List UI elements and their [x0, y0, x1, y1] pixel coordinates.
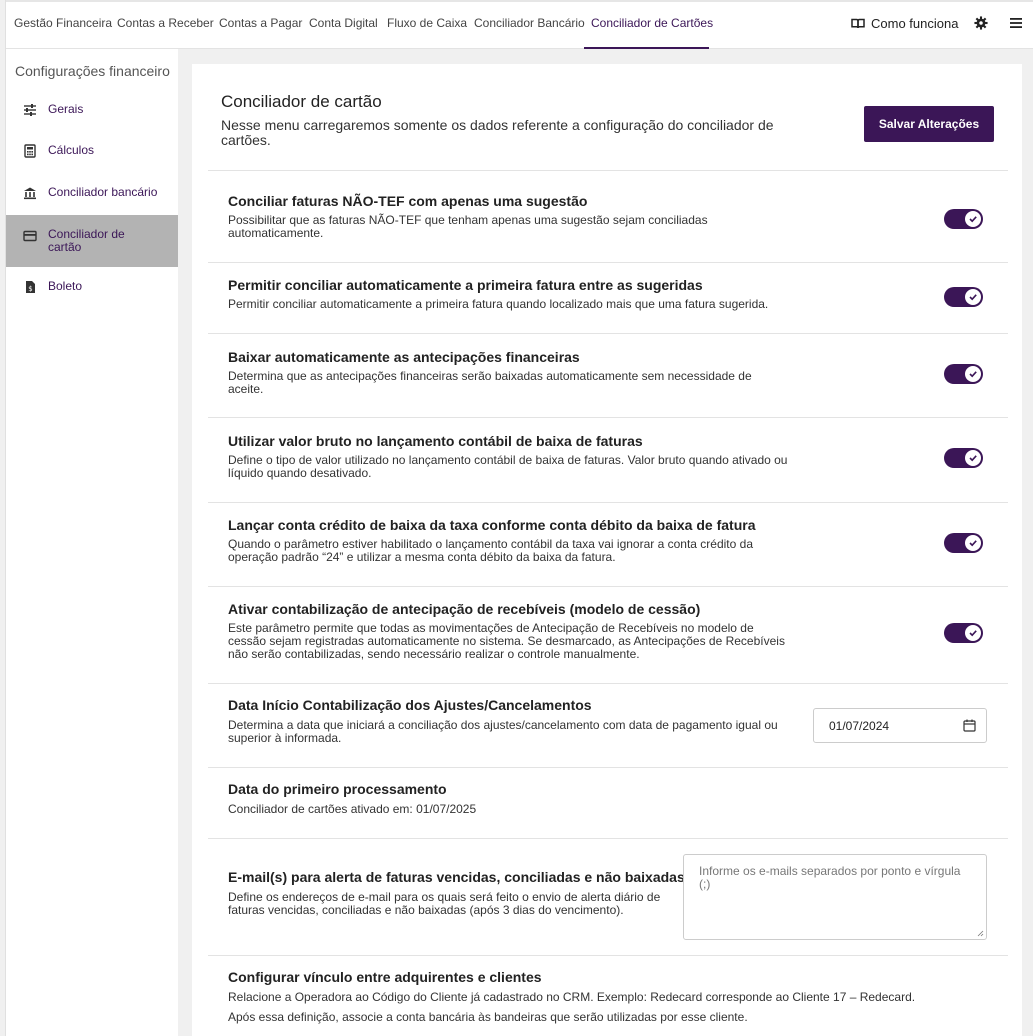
acquirers-title: Configurar vínculo entre adquirentes e c…	[228, 969, 542, 985]
settings-sidebar: Configurações financeiro Gerais Cálculos…	[6, 49, 178, 1036]
alert-emails-textarea[interactable]: Informe os e-mails separados por ponto e…	[683, 854, 987, 940]
info-row: Configurar vínculo entre adquirentes e c…	[208, 955, 1008, 1036]
calculator-icon	[24, 144, 36, 158]
tab-conciliador-de-cartoes[interactable]: Conciliador de Cartões	[591, 16, 713, 30]
setting-description: Determina a data que iniciará a concilia…	[228, 718, 778, 745]
sliders-icon	[24, 104, 36, 116]
setting-row: Utilizar valor bruto no lançamento contá…	[208, 417, 1008, 503]
start-date-value: 01/07/2024	[829, 719, 890, 733]
setting-row: E-mail(s) para alerta de faturas vencida…	[208, 838, 1008, 956]
sidebar-item-boleto[interactable]: $ Boleto	[6, 276, 178, 298]
setting-row: Ativar contabilização de antecipação de …	[208, 586, 1008, 684]
setting-toggle[interactable]	[944, 448, 983, 468]
setting-title: E-mail(s) para alerta de faturas vencida…	[228, 869, 685, 885]
sidebar-item-label: Boleto	[48, 279, 83, 293]
sidebar-item-conciliador-de-cartao[interactable]: Conciliador de cartão	[6, 215, 178, 267]
setting-description: Define o tipo de valor utilizado no lanç…	[228, 453, 788, 480]
setting-row: Lançar conta crédito de baixa da taxa co…	[208, 502, 1008, 587]
how-it-works-label: Como funciona	[871, 16, 959, 31]
check-icon	[965, 625, 981, 641]
check-icon	[965, 450, 981, 466]
sidebar-item-label: Cálculos	[48, 143, 95, 157]
check-icon	[965, 211, 981, 227]
setting-toggle[interactable]	[944, 533, 983, 553]
tab-contas-a-receber[interactable]: Contas a Receber	[117, 16, 214, 30]
page-title: Conciliador de cartão	[221, 92, 382, 111]
gear-icon[interactable]	[974, 16, 988, 30]
acquirers-description-2: Após essa definição, associe a conta ban…	[228, 1010, 748, 1024]
check-icon	[965, 535, 981, 551]
alert-emails-placeholder: Informe os e-mails separados por ponto e…	[699, 864, 961, 891]
boleto-icon: $	[26, 281, 35, 293]
setting-description: Quando o parâmetro estiver habilitado o …	[228, 537, 753, 564]
book-icon	[851, 18, 865, 29]
how-it-works-link[interactable]: Como funciona	[851, 16, 958, 31]
sidebar-item-label: Gerais	[48, 102, 84, 116]
acquirers-description: Relacione a Operadora ao Código do Clien…	[228, 990, 916, 1004]
check-icon	[965, 289, 981, 305]
tab-conta-digital[interactable]: Conta Digital	[309, 16, 378, 30]
setting-toggle[interactable]	[944, 209, 983, 229]
setting-title: Utilizar valor bruto no lançamento contá…	[228, 433, 643, 449]
setting-row: Permitir conciliar automaticamente a pri…	[208, 262, 1008, 334]
setting-description: Possibilitar que as faturas NÃO-TEF que …	[228, 213, 708, 240]
setting-toggle[interactable]	[944, 287, 983, 307]
page-subtitle: Nesse menu carregaremos somente os dados…	[221, 117, 774, 148]
sidebar-item-label: Conciliador de cartão	[48, 227, 125, 254]
calendar-icon[interactable]	[963, 719, 976, 732]
check-icon	[965, 366, 981, 382]
setting-description: Permitir conciliar automaticamente a pri…	[228, 297, 769, 311]
sidebar-item-label: Conciliador bancário	[48, 185, 158, 199]
bank-icon	[24, 187, 36, 200]
resize-handle-icon[interactable]	[977, 930, 984, 937]
sidebar-item-conciliador-bancario[interactable]: Conciliador bancário	[6, 182, 178, 204]
setting-title: Data Início Contabilização dos Ajustes/C…	[228, 697, 592, 713]
svg-text:$: $	[28, 285, 32, 293]
setting-toggle[interactable]	[944, 364, 983, 384]
first-processing-description: Conciliador de cartões ativado em: 01/07…	[228, 802, 477, 816]
start-date-field[interactable]: 01/07/2024	[813, 708, 987, 743]
setting-row: Baixar automaticamente as antecipações f…	[208, 333, 1008, 418]
setting-row: Data Início Contabilização dos Ajustes/C…	[208, 683, 1008, 768]
sidebar-item-calculos[interactable]: Cálculos	[6, 140, 178, 162]
active-tab-indicator	[584, 47, 709, 49]
setting-title: Permitir conciliar automaticamente a pri…	[228, 277, 703, 293]
tab-fluxo-de-caixa[interactable]: Fluxo de Caixa	[387, 16, 467, 30]
card-icon	[23, 230, 37, 242]
menu-icon[interactable]	[1010, 17, 1022, 29]
tab-contas-a-pagar[interactable]: Contas a Pagar	[219, 16, 302, 30]
first-processing-title: Data do primeiro processamento	[228, 781, 447, 797]
setting-description: Define os endereços de e-mail para os qu…	[228, 890, 661, 917]
tab-conciliador-bancario[interactable]: Conciliador Bancário	[474, 16, 585, 30]
setting-description: Determina que as antecipações financeira…	[228, 369, 752, 396]
setting-title: Lançar conta crédito de baixa da taxa co…	[228, 517, 756, 533]
info-row: Data do primeiro processamento Conciliad…	[208, 767, 1008, 838]
sidebar-title: Configurações financeiro	[15, 63, 170, 79]
card-settings-panel: Conciliador de cartão Nesse menu carrega…	[192, 64, 1022, 1036]
setting-toggle[interactable]	[944, 623, 983, 643]
setting-title: Conciliar faturas NÃO-TEF com apenas uma…	[228, 193, 588, 209]
setting-title: Baixar automaticamente as antecipações f…	[228, 349, 580, 365]
setting-title: Ativar contabilização de antecipação de …	[228, 601, 701, 617]
save-button[interactable]: Salvar Alterações	[864, 106, 994, 142]
setting-description: Este parâmetro permite que todas as movi…	[228, 621, 785, 661]
sidebar-item-gerais[interactable]: Gerais	[6, 99, 178, 121]
tab-gestao-financeira[interactable]: Gestão Financeira	[14, 16, 112, 30]
top-nav: Gestão Financeira Contas a Receber Conta…	[6, 0, 1033, 49]
setting-row: Conciliar faturas NÃO-TEF com apenas uma…	[208, 170, 1008, 263]
